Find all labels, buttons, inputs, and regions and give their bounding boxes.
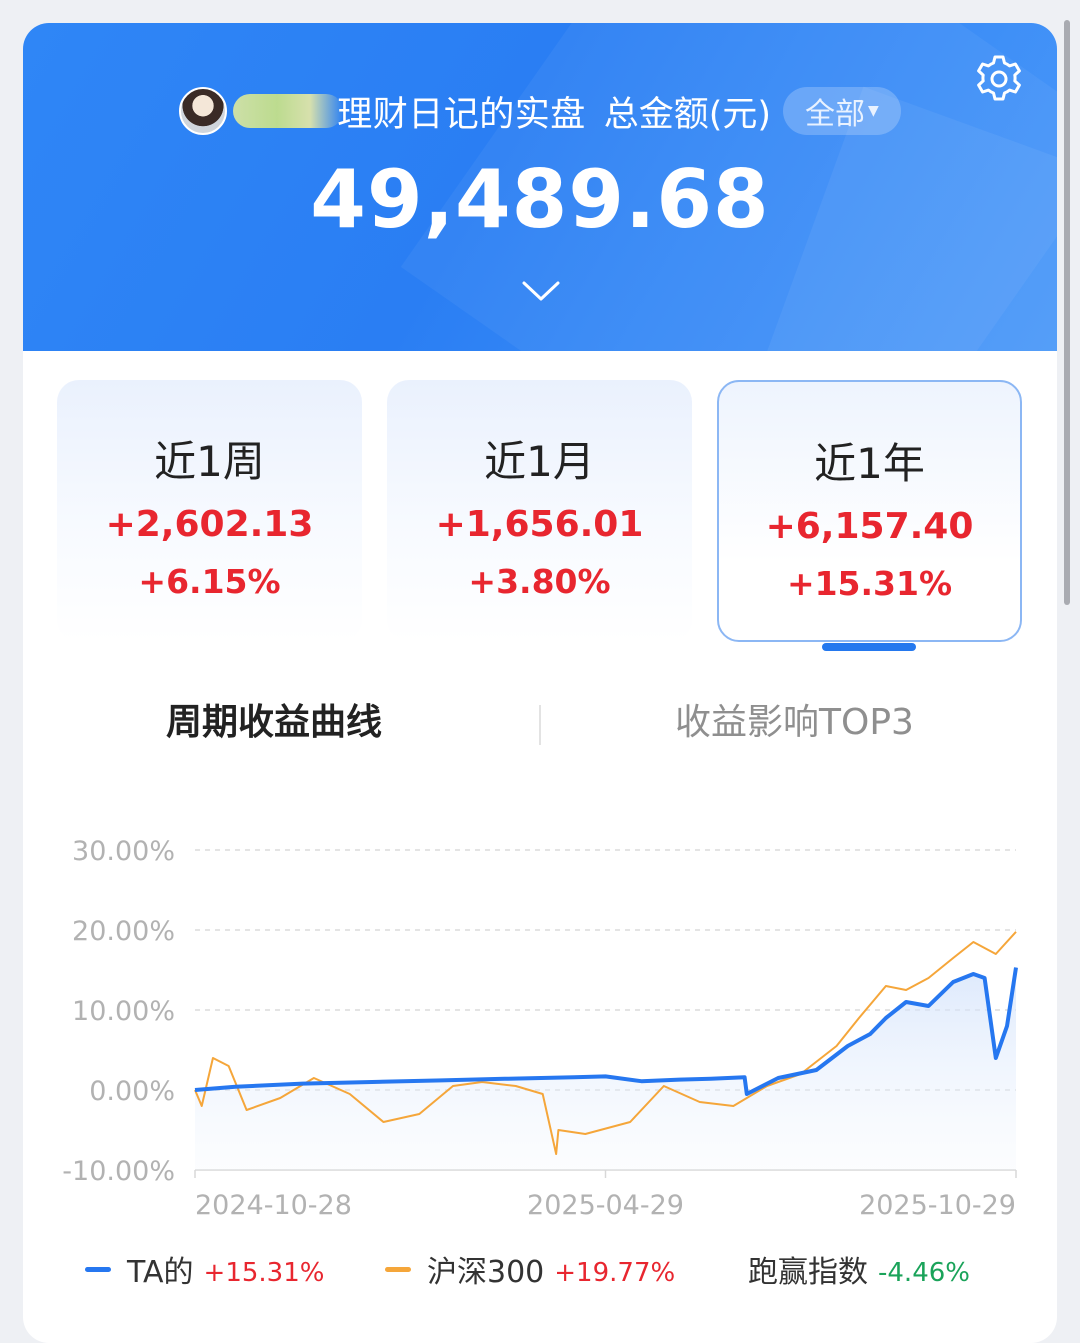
period-percent: +3.80%	[468, 562, 611, 601]
legend-name: TA的	[127, 1255, 194, 1290]
x-tick-label: 2025-04-29	[527, 1190, 684, 1221]
x-tick-label: 2025-10-29	[859, 1190, 1016, 1221]
total-amount-label: 总金额(元)	[603, 94, 772, 135]
period-amount: +6,157.40	[765, 506, 974, 547]
y-tick-label: 30.00%	[72, 836, 175, 867]
period-tab-month[interactable]: 近1月 +1,656.01 +3.80%	[387, 380, 692, 642]
x-tick-label: 2024-10-28	[195, 1190, 352, 1221]
y-tick-label: 0.00%	[89, 1076, 175, 1107]
period-percent: +15.31%	[786, 564, 953, 603]
period-label: 近1周	[154, 437, 265, 486]
gear-icon[interactable]	[973, 53, 1025, 105]
legend-swatch	[85, 1266, 111, 1272]
account-name: 理财日记的实盘	[337, 94, 586, 135]
chevron-down-icon[interactable]	[521, 279, 561, 303]
period-amount: +1,656.01	[435, 504, 644, 545]
legend-swatch	[385, 1266, 411, 1272]
tab-divider	[539, 705, 541, 745]
portfolio-card: 理财日记的实盘 总金额(元) 全部 ▼ 49,489.68 近1周 +2,602…	[23, 23, 1057, 1343]
y-tick-label: 20.00%	[72, 916, 175, 947]
period-tab-week[interactable]: 近1周 +2,602.13 +6.15%	[57, 380, 362, 642]
legend-item-ta: TA的 +15.31%	[85, 1247, 324, 1291]
active-tab-indicator	[822, 643, 916, 651]
tab-return-curve[interactable]: 周期收益曲线	[166, 693, 382, 745]
period-label: 近1年	[814, 439, 925, 488]
filter-label: 全部	[805, 97, 866, 132]
summary-header: 理财日记的实盘 总金额(元) 全部 ▼ 49,489.68	[23, 23, 1057, 351]
period-tabs: 近1周 +2,602.13 +6.15% 近1月 +1,656.01 +3.80…	[57, 380, 1023, 660]
caret-down-icon: ▼	[868, 103, 879, 119]
legend-item-index: 沪深300 +19.77%	[385, 1247, 675, 1291]
legend-value: +19.77%	[554, 1258, 676, 1288]
series-area-ta	[195, 967, 1016, 1170]
return-curve-chart[interactable]: 30.00% 20.00% 10.00% 0.00% -10.00% 2024-10-28…	[23, 783, 1057, 1233]
legend-value: -4.46%	[878, 1258, 970, 1288]
period-label: 近1月	[484, 437, 595, 486]
account-filter-dropdown[interactable]: 全部 ▼	[783, 87, 901, 135]
y-tick-label: -10.00%	[62, 1156, 175, 1187]
period-tab-year[interactable]: 近1年 +6,157.40 +15.31%	[717, 380, 1022, 642]
y-tick-label: 10.00%	[72, 996, 175, 1027]
legend-name: 沪深300	[427, 1255, 545, 1290]
legend-item-excess: 跑赢指数 -4.46%	[748, 1247, 970, 1291]
chart-legend: TA的 +15.31% 沪深300 +19.77% 跑赢指数 -4.46%	[23, 1247, 1057, 1297]
total-amount-value: 49,489.68	[310, 153, 770, 246]
section-tabs: 周期收益曲线 收益影响TOP3	[23, 693, 1057, 753]
period-percent: +6.15%	[138, 562, 281, 601]
legend-name: 跑赢指数	[748, 1255, 868, 1290]
tab-top3-impact[interactable]: 收益影响TOP3	[675, 693, 914, 745]
page-scrollbar[interactable]	[1064, 20, 1070, 605]
avatar[interactable]	[179, 87, 228, 135]
redaction-mark	[233, 94, 344, 128]
period-amount: +2,602.13	[105, 504, 314, 545]
account-title-row: 理财日记的实盘 总金额(元) 全部 ▼	[23, 85, 1057, 137]
legend-value: +15.31%	[203, 1258, 325, 1288]
